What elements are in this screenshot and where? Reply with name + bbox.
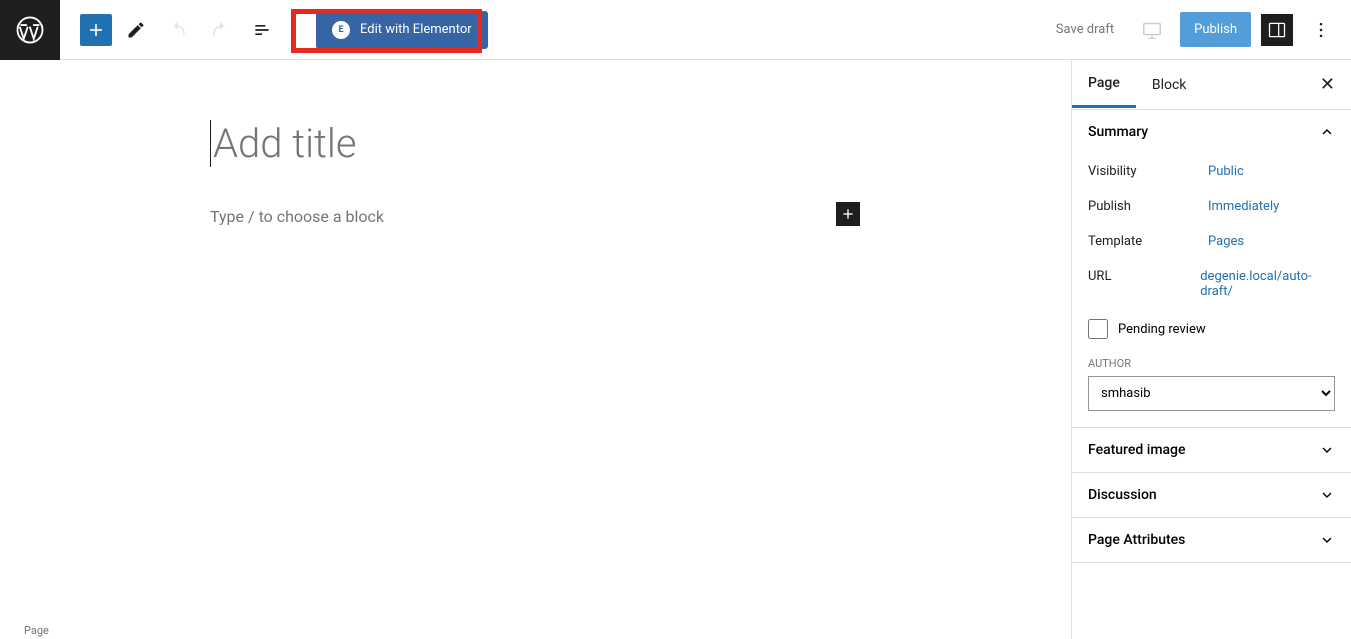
wordpress-logo[interactable] bbox=[0, 0, 60, 60]
summary-panel: Summary Visibility Public Publish Immedi… bbox=[1072, 110, 1351, 428]
add-block-button[interactable] bbox=[80, 14, 112, 46]
block-prompt-area[interactable]: Type / to choose a block bbox=[210, 207, 860, 226]
publish-value[interactable]: Immediately bbox=[1208, 199, 1279, 214]
wordpress-icon bbox=[15, 15, 45, 45]
template-row: Template Pages bbox=[1088, 224, 1335, 259]
discussion-panel: Discussion bbox=[1072, 473, 1351, 518]
undo-icon bbox=[168, 20, 188, 40]
publish-row: Publish Immediately bbox=[1088, 189, 1335, 224]
page-attributes-panel: Page Attributes bbox=[1072, 518, 1351, 563]
chevron-down-icon bbox=[1319, 532, 1335, 548]
toolbar-left: E Edit with Elementor bbox=[60, 11, 488, 49]
block-prompt-text: Type / to choose a block bbox=[210, 207, 384, 226]
visibility-row: Visibility Public bbox=[1088, 154, 1335, 189]
settings-sidebar: Page Block ✕ Summary Visibility Public P… bbox=[1071, 60, 1351, 639]
elementor-label: Edit with Elementor bbox=[360, 22, 472, 37]
panel-icon bbox=[1267, 20, 1287, 40]
publish-button[interactable]: Publish bbox=[1180, 12, 1251, 47]
editor-area: Type / to choose a block bbox=[0, 60, 1071, 639]
options-button[interactable] bbox=[1303, 12, 1339, 48]
dots-vertical-icon bbox=[1311, 20, 1331, 40]
summary-header[interactable]: Summary bbox=[1072, 110, 1351, 154]
page-attributes-title: Page Attributes bbox=[1088, 532, 1185, 548]
author-label: AUTHOR bbox=[1088, 349, 1335, 376]
pending-review-row: Pending review bbox=[1088, 309, 1335, 349]
close-sidebar-button[interactable]: ✕ bbox=[1304, 60, 1351, 109]
sidebar-tabs: Page Block ✕ bbox=[1072, 60, 1351, 110]
document-overview-button[interactable] bbox=[244, 12, 280, 48]
url-value[interactable]: degenie.local/auto-draft/ bbox=[1200, 269, 1335, 299]
page-attributes-header[interactable]: Page Attributes bbox=[1072, 518, 1351, 562]
toolbar-right: Save draft Publish bbox=[1046, 12, 1351, 48]
summary-body: Visibility Public Publish Immediately Te… bbox=[1072, 154, 1351, 427]
chevron-up-icon bbox=[1319, 124, 1335, 140]
chevron-down-icon bbox=[1319, 487, 1335, 503]
tools-button[interactable] bbox=[118, 12, 154, 48]
redo-button[interactable] bbox=[202, 12, 238, 48]
sidebar-toggle-button[interactable] bbox=[1261, 14, 1293, 46]
author-select[interactable]: smhasib bbox=[1088, 376, 1335, 411]
template-value[interactable]: Pages bbox=[1208, 234, 1244, 249]
publish-label: Publish bbox=[1088, 199, 1208, 214]
list-icon bbox=[252, 20, 272, 40]
main-content: Type / to choose a block Page Block ✕ Su… bbox=[0, 60, 1351, 639]
preview-button[interactable] bbox=[1134, 12, 1170, 48]
desktop-icon bbox=[1141, 19, 1163, 41]
plus-icon bbox=[86, 20, 106, 40]
plus-icon bbox=[840, 206, 856, 222]
pending-review-checkbox[interactable] bbox=[1088, 319, 1108, 339]
edit-elementor-button[interactable]: E Edit with Elementor bbox=[316, 11, 488, 49]
title-input[interactable] bbox=[210, 120, 810, 167]
url-label: URL bbox=[1088, 269, 1200, 299]
redo-icon bbox=[210, 20, 230, 40]
summary-title: Summary bbox=[1088, 124, 1148, 140]
featured-image-panel: Featured image bbox=[1072, 428, 1351, 473]
chevron-down-icon bbox=[1319, 442, 1335, 458]
save-draft-button[interactable]: Save draft bbox=[1046, 14, 1124, 45]
elementor-icon: E bbox=[332, 21, 350, 39]
inline-add-button[interactable] bbox=[836, 202, 860, 226]
undo-button[interactable] bbox=[160, 12, 196, 48]
pencil-icon bbox=[126, 20, 146, 40]
tab-block[interactable]: Block bbox=[1136, 63, 1203, 107]
template-label: Template bbox=[1088, 234, 1208, 249]
visibility-value[interactable]: Public bbox=[1208, 164, 1244, 179]
pending-review-label: Pending review bbox=[1118, 322, 1206, 337]
discussion-title: Discussion bbox=[1088, 487, 1157, 503]
visibility-label: Visibility bbox=[1088, 164, 1208, 179]
featured-image-title: Featured image bbox=[1088, 442, 1186, 458]
featured-image-header[interactable]: Featured image bbox=[1072, 428, 1351, 472]
tab-page[interactable]: Page bbox=[1072, 61, 1136, 108]
footer-text: Page bbox=[24, 624, 49, 637]
discussion-header[interactable]: Discussion bbox=[1072, 473, 1351, 517]
url-row: URL degenie.local/auto-draft/ bbox=[1088, 259, 1335, 309]
top-toolbar: E Edit with Elementor Save draft Publish bbox=[0, 0, 1351, 60]
